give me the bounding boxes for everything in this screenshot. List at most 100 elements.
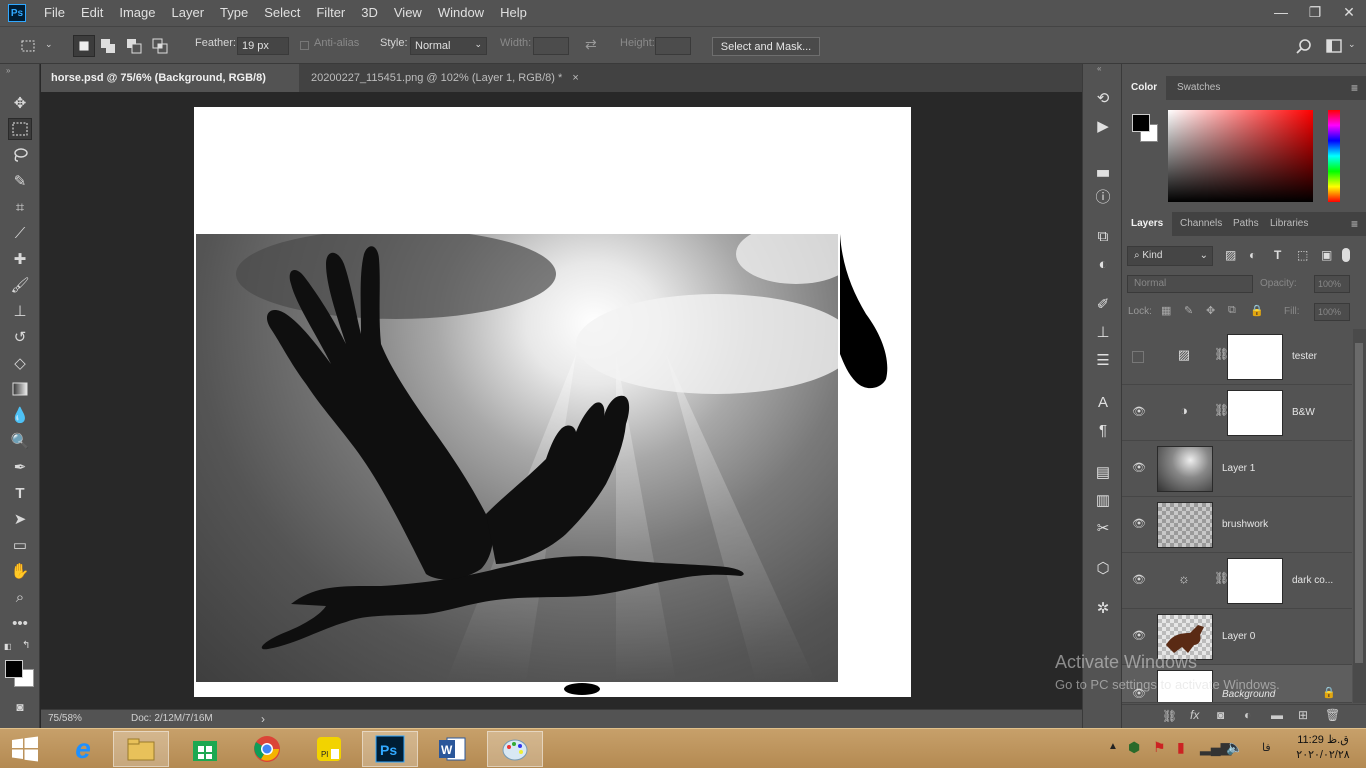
quick-mask-icon[interactable]: ◙	[8, 696, 32, 718]
chevron-down-icon[interactable]: ⌄	[1348, 39, 1356, 50]
dodge-tool-icon[interactable]: 🔍	[8, 430, 32, 452]
lock-position-icon[interactable]: ✥	[1206, 304, 1215, 317]
clone-stamp-tool-icon[interactable]: ⊥	[8, 300, 32, 322]
color-field[interactable]	[1168, 110, 1313, 202]
cube-icon[interactable]: ⬡	[1093, 558, 1113, 578]
paint-icon[interactable]	[487, 731, 543, 767]
menu-image[interactable]: Image	[111, 0, 163, 26]
document-canvas[interactable]	[194, 107, 911, 697]
hue-slider[interactable]	[1328, 110, 1340, 202]
chrome-icon[interactable]	[239, 731, 295, 767]
scrollbar-thumb[interactable]	[1355, 343, 1363, 663]
layer-row-tester[interactable]: ▨ ⛓ tester	[1122, 329, 1352, 385]
lock-all-icon[interactable]: 🔒	[1250, 304, 1264, 317]
gradient-tool-icon[interactable]	[8, 378, 32, 400]
eyedropper-tool-icon[interactable]: ⟋	[8, 222, 32, 244]
filter-smart-object-icon[interactable]: ▣	[1321, 248, 1332, 262]
brush-settings-icon[interactable]: ✐	[1093, 294, 1113, 314]
add-mask-icon[interactable]: ◙	[1217, 708, 1224, 722]
properties-icon[interactable]: ☰	[1093, 350, 1113, 370]
menu-type[interactable]: Type	[212, 0, 256, 26]
timeline-icon[interactable]: ✲	[1093, 598, 1113, 618]
eye-icon[interactable]: 👁	[1132, 405, 1146, 419]
status-arrow-icon[interactable]: ›	[261, 712, 265, 726]
fx-icon[interactable]: fx	[1190, 708, 1199, 722]
start-button-icon[interactable]	[0, 731, 50, 767]
style-select[interactable]: Normal ⌄	[410, 37, 487, 55]
select-and-mask-button[interactable]: Select and Mask...	[712, 37, 820, 56]
eye-icon[interactable]: 👁	[1132, 573, 1146, 587]
intersect-selection-icon[interactable]	[152, 38, 168, 54]
width-input[interactable]	[533, 37, 569, 55]
show-hidden-icons-icon[interactable]: ▲	[1108, 741, 1118, 752]
power-tray-icon[interactable]: ▮	[1177, 739, 1185, 756]
layer-row-layer1[interactable]: 👁 Layer 1	[1122, 441, 1352, 497]
foreground-color-swatch[interactable]	[1132, 114, 1150, 132]
link-layers-icon[interactable]: ⛓	[1162, 709, 1177, 723]
menu-file[interactable]: File	[36, 0, 73, 26]
crop-tool-icon[interactable]: ⌗	[8, 196, 32, 218]
histogram-icon[interactable]: ▃	[1093, 158, 1113, 178]
eye-icon[interactable]: 👁	[1132, 461, 1146, 475]
tab-color[interactable]: Color	[1122, 76, 1167, 100]
menu-filter[interactable]: Filter	[308, 0, 353, 26]
workspace-icon[interactable]	[1326, 38, 1342, 54]
zoom-tool-icon[interactable]: ⌕	[8, 586, 32, 608]
layers-scrollbar[interactable]	[1353, 329, 1366, 703]
layer-thumbnail[interactable]	[1157, 502, 1213, 548]
word-icon[interactable]: W	[424, 731, 480, 767]
menu-select[interactable]: Select	[256, 0, 308, 26]
visibility-toggle-off[interactable]	[1132, 351, 1144, 363]
tool-presets-icon[interactable]: ✂	[1093, 518, 1113, 538]
eye-icon[interactable]: 👁	[1132, 517, 1146, 531]
eye-icon[interactable]: 👁	[1132, 629, 1146, 643]
comments-icon[interactable]: ▥	[1093, 490, 1113, 510]
hand-tool-icon[interactable]: ✋	[8, 560, 32, 582]
filter-type-icon[interactable]: T	[1274, 248, 1281, 262]
play-icon[interactable]: ▶	[1093, 116, 1113, 136]
flag-tray-icon[interactable]: ⚑	[1153, 739, 1166, 756]
canvas-area[interactable]	[41, 92, 1082, 709]
photoshop-logo-icon[interactable]: Ps	[8, 4, 26, 22]
close-icon[interactable]: ×	[572, 72, 578, 84]
menu-edit[interactable]: Edit	[73, 0, 111, 26]
new-selection-icon[interactable]	[73, 35, 95, 57]
collapse-icon[interactable]: «	[1097, 64, 1101, 73]
info-icon[interactable]: ⓘ	[1093, 186, 1113, 206]
security-tray-icon[interactable]: ⬢	[1128, 739, 1140, 756]
filter-kind-select[interactable]: ⌕ Kind ⌄	[1127, 246, 1213, 266]
filter-adjustment-icon[interactable]: ◐	[1249, 248, 1256, 262]
language-indicator[interactable]: فا	[1262, 741, 1271, 754]
close-button[interactable]: ✕	[1332, 0, 1366, 24]
eraser-tool-icon[interactable]: ◇	[8, 352, 32, 374]
height-input[interactable]	[655, 37, 691, 55]
tab-horse-psd[interactable]: horse.psd @ 75/6% (Background, RGB/8) *×	[41, 64, 299, 112]
blur-tool-icon[interactable]: 💧	[8, 404, 32, 426]
new-layer-icon[interactable]: ⊞	[1298, 708, 1308, 722]
layer-mask-thumbnail[interactable]	[1227, 334, 1283, 380]
filter-toggle[interactable]	[1342, 248, 1350, 262]
blend-mode-select[interactable]: Normal	[1127, 275, 1253, 293]
foreground-color-swatch[interactable]	[5, 660, 23, 678]
tab-swatches[interactable]: Swatches	[1168, 76, 1229, 100]
fill-input[interactable]: 100%	[1314, 303, 1350, 321]
layer-mask-thumbnail[interactable]	[1227, 558, 1283, 604]
marquee-tool-icon[interactable]	[8, 118, 32, 140]
clock[interactable]: 11:29 ق.ظ ۲۰۲۰/۰۲/۲۸	[1292, 733, 1354, 763]
restore-button[interactable]: ❐	[1298, 0, 1332, 24]
menu-3d[interactable]: 3D	[353, 0, 386, 26]
layer-row-dark-co[interactable]: 👁 ☼ ⛓ dark co...	[1122, 553, 1352, 609]
tab-layers[interactable]: Layers	[1122, 212, 1173, 236]
store-icon[interactable]	[177, 731, 233, 767]
swap-colors-icon[interactable]: ↰	[22, 640, 30, 651]
tab-channels[interactable]: Channels	[1171, 212, 1231, 236]
group-folder-icon[interactable]: ▬	[1271, 708, 1283, 722]
menu-help[interactable]: Help	[492, 0, 535, 26]
panel-menu-icon[interactable]: ≡	[1351, 81, 1358, 95]
menu-layer[interactable]: Layer	[164, 0, 213, 26]
history-brush-tool-icon[interactable]: ↺	[8, 326, 32, 348]
3d-icon[interactable]: ⧉	[1093, 226, 1113, 246]
notes-icon[interactable]: ▤	[1093, 462, 1113, 482]
photoshop-taskbar-icon[interactable]: Ps	[362, 731, 418, 767]
brush-tool-icon[interactable]: 🖌	[8, 274, 32, 296]
